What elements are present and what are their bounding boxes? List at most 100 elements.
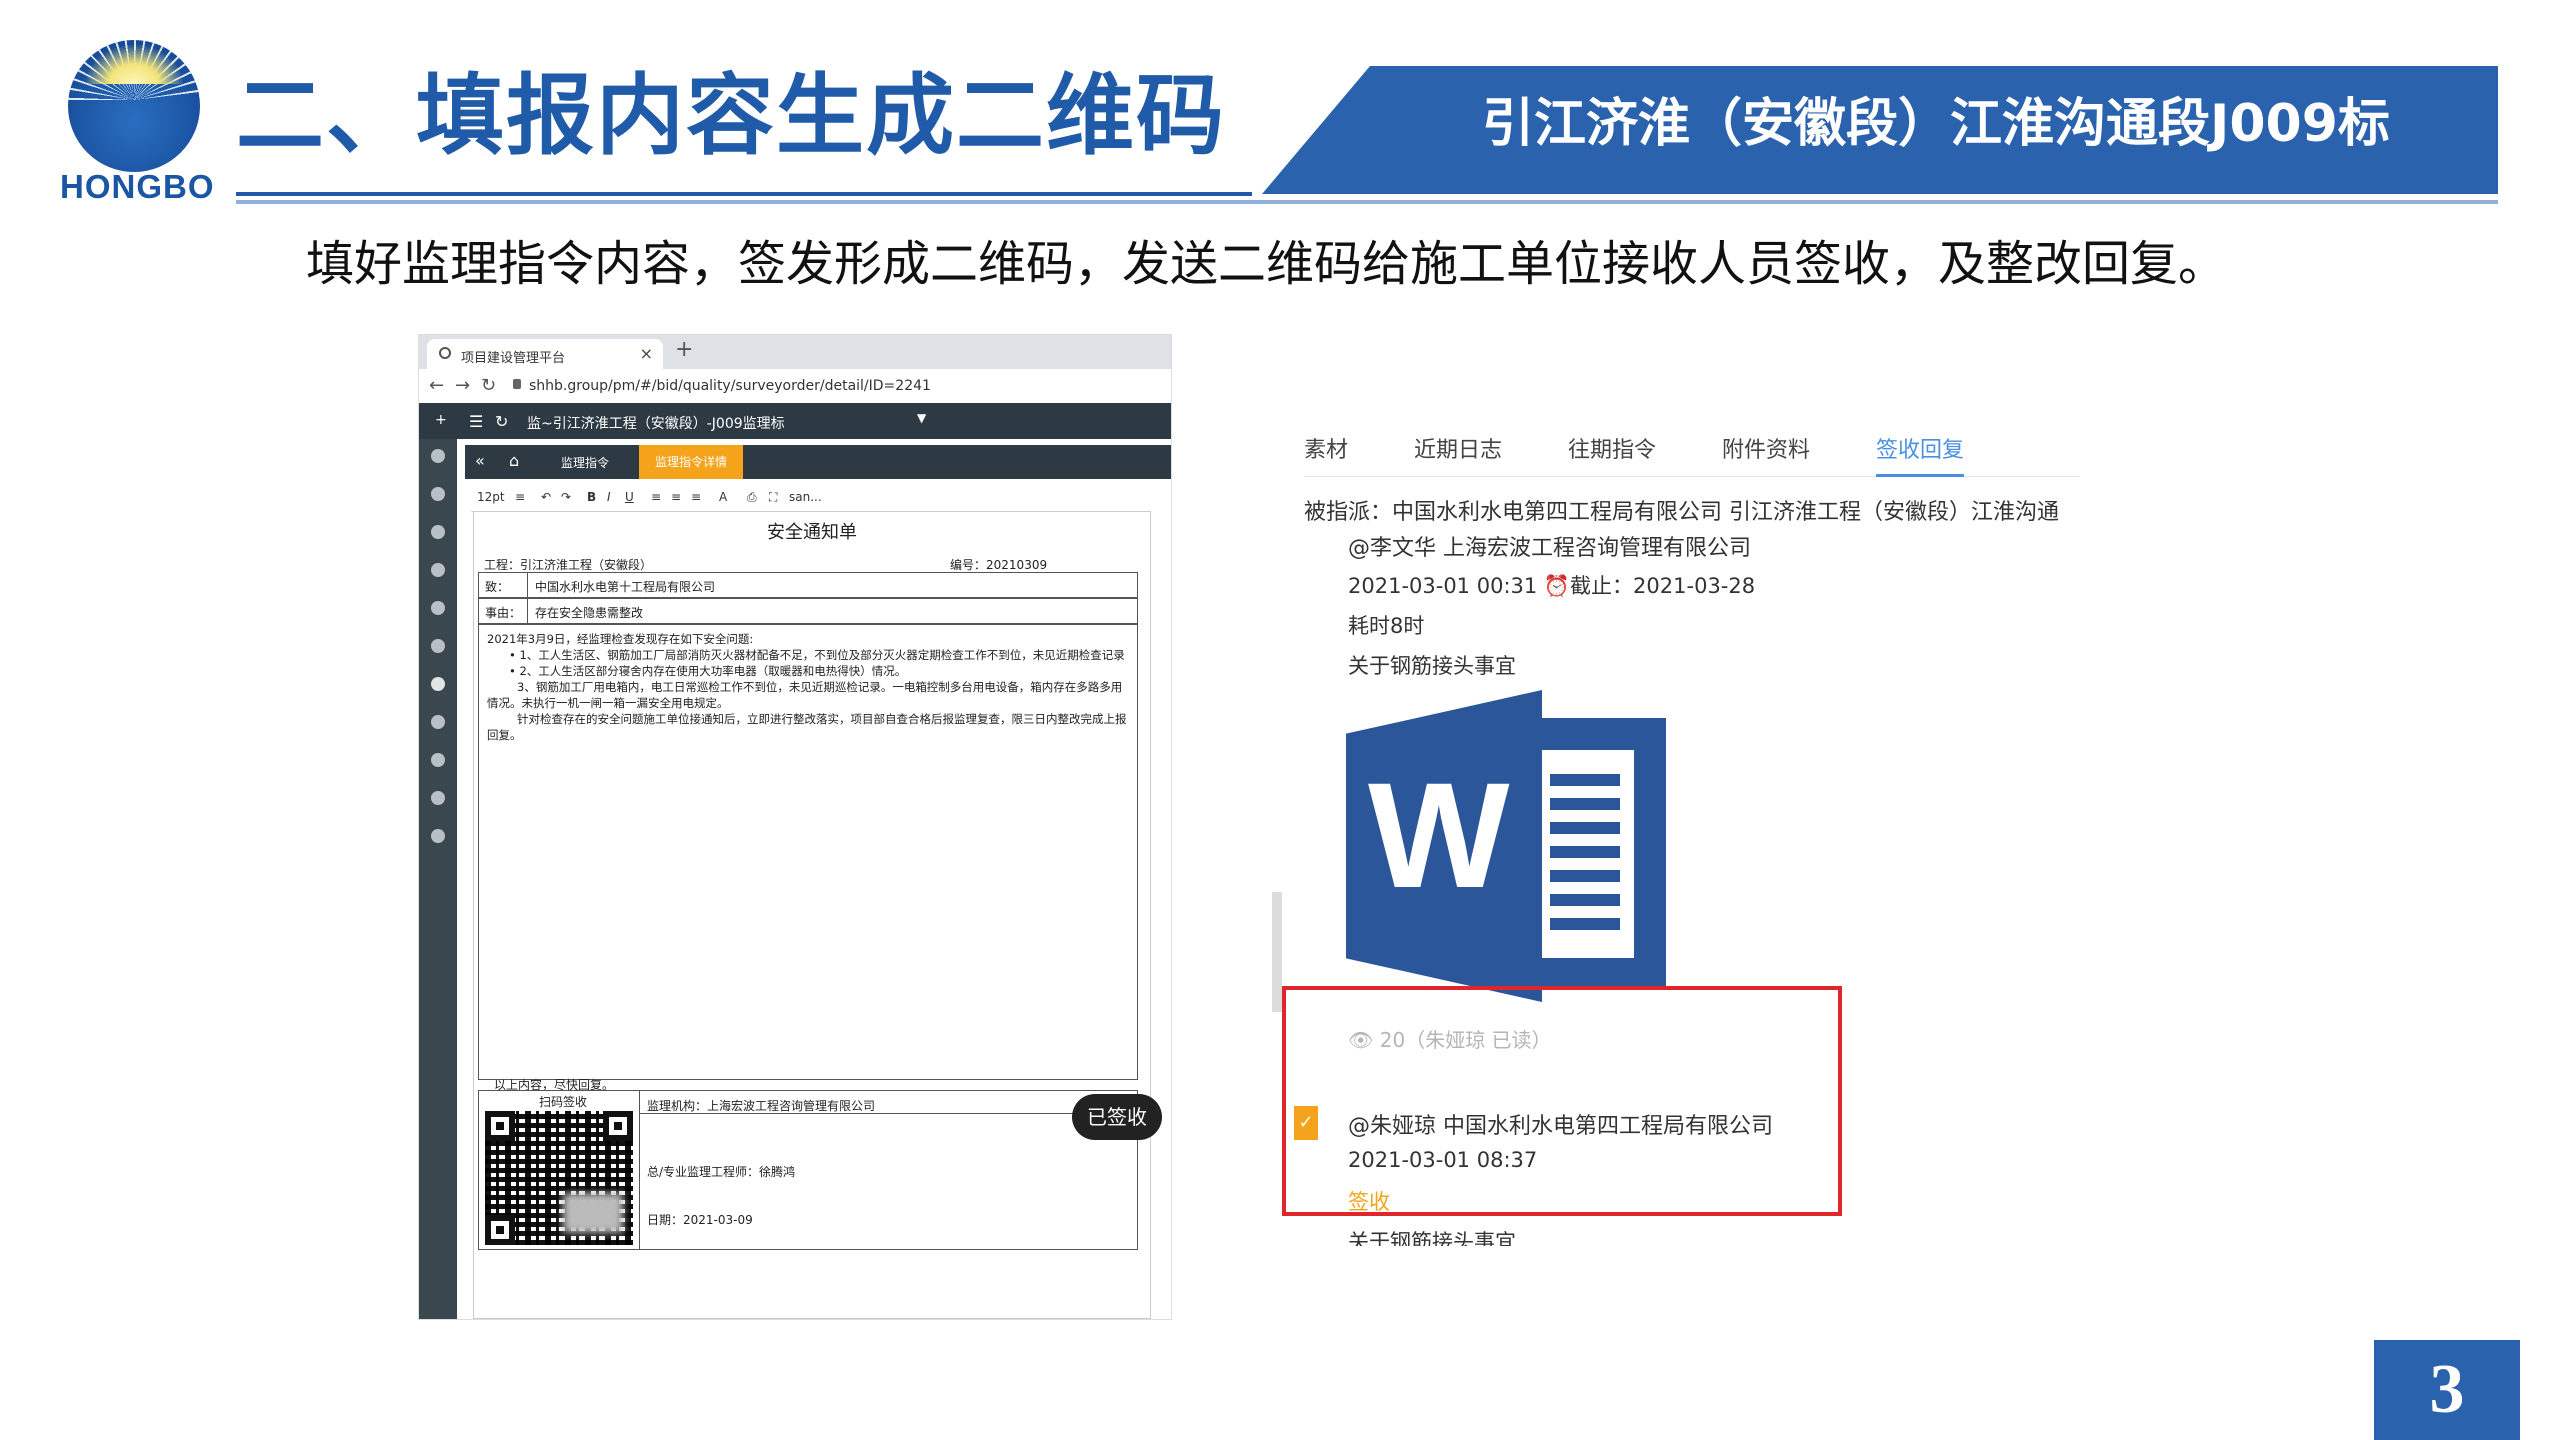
number-value: 20210309 — [986, 558, 1048, 572]
project-value: 引江济淮工程（安徽段） — [520, 558, 653, 572]
assigned-to: 被指派：中国水利水电第四工程局有限公司 引江济淮工程（安徽段）江淮沟通 — [1304, 500, 2059, 525]
italic-button[interactable]: I — [607, 490, 611, 504]
undo-icon[interactable]: ↶ — [541, 490, 551, 504]
subject-2: 关于钢筋接头事宜 — [1348, 1230, 1516, 1246]
recipient-value: 中国水利水电第十工程局有限公司 — [535, 580, 716, 594]
highlight-box — [1282, 986, 1842, 1216]
site-icon — [439, 347, 451, 359]
back-icon[interactable]: ← — [429, 375, 444, 396]
logo-text: HONGBO — [60, 168, 215, 205]
matter-value: 存在安全隐患需整改 — [535, 606, 644, 620]
user-icon[interactable] — [431, 601, 445, 615]
browser-tab-bar: 项目建设管理平台 × + — [419, 335, 1171, 369]
check-icon[interactable] — [431, 677, 445, 691]
cloud-icon[interactable] — [431, 753, 445, 767]
project-label: 工程： — [484, 558, 521, 572]
body-item-4: 针对检查存在的安全问题施工单位接通知后，立即进行整改落实，项目部自查合格后报监理… — [487, 712, 1127, 742]
qr-box: 扫码签收 — [479, 1091, 640, 1249]
signature-block: 扫码签收 监理机构：上海宏波工程咨询管理有限公司 总/专业监理工程师：徐腾鸿 日… — [478, 1090, 1138, 1250]
send-icon[interactable] — [431, 449, 445, 463]
matter-row: 事由： 存在安全隐患需整改 — [478, 598, 1138, 624]
tool-icon[interactable] — [431, 829, 445, 843]
scroll-edge — [1272, 892, 1282, 1012]
slide-subtitle: 填好监理指令内容，签发形成二维码，发送二维码给施工单位接收人员签收，及整改回复。 — [306, 236, 2227, 292]
close-tab-icon[interactable]: × — [640, 344, 653, 363]
timestamp-1: 2021-03-01 00:31 ⏰截止：2021-03-28 — [1348, 574, 1756, 598]
supervisor-org: 监理机构：上海宏波工程咨询管理有限公司 — [647, 1099, 876, 1113]
mobile-tabs: 素材 近期日志 往期指令 附件资料 签收回复 — [1304, 420, 2080, 477]
mention-2[interactable]: @朱娅琼 中国水利水电第四工程局有限公司 — [1348, 1108, 1773, 1140]
fullscreen-icon[interactable]: ⛶ — [769, 490, 777, 505]
body-intro: 2021年3月9日，经监理检查发现存在如下安全问题: — [487, 632, 754, 646]
recipient-row: 致： 中国水利水电第十工程局有限公司 — [478, 572, 1138, 598]
bold-button[interactable]: B — [587, 490, 596, 504]
tab-directive-list[interactable]: 监理指令 — [561, 454, 609, 471]
tab-directive-detail[interactable]: 监理指令详情 — [639, 445, 743, 479]
matter-label: 事由： — [485, 606, 522, 620]
home-icon[interactable]: ⌂ — [509, 451, 519, 470]
browser-tab[interactable]: 项目建设管理平台 × — [427, 339, 663, 369]
address-bar: ← → ↻ shhb.group/pm/#/bid/quality/survey… — [419, 369, 1171, 404]
compass-icon[interactable] — [431, 525, 445, 539]
collapse-icon[interactable]: « — [475, 451, 485, 470]
tab-sign-reply[interactable]: 签收回复 — [1876, 432, 1965, 477]
title-underline-light — [236, 200, 2498, 204]
time-spent: 耗时8时 — [1348, 614, 1425, 638]
underline-button[interactable]: U — [625, 490, 634, 504]
slide-title: 二、填报内容生成二维码 — [236, 64, 1227, 167]
word-document-icon[interactable]: W — [1346, 690, 1666, 1002]
subject-1: 关于钢筋接头事宜 — [1348, 654, 1516, 678]
qr-code[interactable] — [485, 1111, 633, 1245]
checkbox-icon[interactable]: ✓ — [1294, 1106, 1318, 1140]
refresh-icon[interactable]: ↻ — [495, 412, 508, 431]
hongbo-logo — [68, 40, 200, 172]
align-center-icon[interactable]: ≡ — [671, 490, 681, 504]
lock-icon — [513, 379, 521, 389]
body-item-3: 3、钢筋加工厂用电箱内，电工日常巡检工作不到位，未见近期巡检记录。一电箱控制多台… — [487, 680, 1123, 710]
number-field: 编号：20210309 — [950, 556, 1047, 573]
read-count: 👁 20（朱娅琼 已读） — [1348, 1028, 1552, 1052]
list-icon[interactable]: ≡ — [515, 490, 525, 504]
document-body[interactable]: 2021年3月9日，经监理检查发现存在如下安全问题: • 1、工人生活区、钢筋加… — [478, 624, 1138, 1080]
chat-icon[interactable] — [431, 487, 445, 501]
font-family-select[interactable]: san... — [789, 490, 822, 504]
align-left-icon[interactable]: ≡ — [651, 490, 661, 504]
notice-document: 安全通知单 工程：引江济淮工程（安徽段） 编号：20210309 致： 中国水利… — [473, 511, 1151, 1319]
title-underline — [236, 192, 1252, 196]
new-tab-icon[interactable]: + — [675, 337, 693, 362]
align-right-icon[interactable]: ≡ — [691, 490, 701, 504]
target-icon[interactable] — [431, 715, 445, 729]
car-icon[interactable] — [431, 791, 445, 805]
supervising-engineer: 总/专业监理工程师：徐腾鸿 — [647, 1165, 796, 1179]
tab-past-directives[interactable]: 往期指令 — [1568, 432, 1656, 464]
circle-icon[interactable] — [431, 639, 445, 653]
signed-badge: 已签收 — [1072, 1094, 1162, 1140]
app-header: + ☰ ↻ 监~引江济淮工程（安徽段）-J009监理标 ▼ — [419, 403, 1171, 439]
reload-icon[interactable]: ↻ — [481, 375, 496, 396]
page-tabs: « ⌂ 监理指令 监理指令详情 — [465, 445, 1171, 479]
plus-icon[interactable]: + — [435, 412, 447, 428]
redo-icon[interactable]: ↷ — [561, 490, 571, 504]
mention-1[interactable]: @李文华 上海宏波工程咨询管理有限公司 — [1348, 530, 1751, 562]
dropdown-icon[interactable]: ▼ — [917, 411, 926, 425]
editor-toolbar: 12pt ≡ ↶ ↷ B I U ≡ ≡ ≡ A ⎙ ⛶ san... — [471, 485, 1151, 512]
recipient-label: 致： — [485, 580, 510, 594]
mobile-app-screenshot: 素材 近期日志 往期指令 附件资料 签收回复 被指派：中国水利水电第四工程局有限… — [1272, 392, 2080, 1252]
tab-attachments[interactable]: 附件资料 — [1722, 432, 1810, 464]
sign-button[interactable]: 签收 — [1348, 1186, 1390, 1216]
timestamp-2: 2021-03-01 08:37 — [1348, 1148, 1538, 1172]
font-size-select[interactable]: 12pt — [477, 490, 505, 504]
tab-recent-logs[interactable]: 近期日志 — [1414, 432, 1502, 464]
qr-label: 扫码签收 — [539, 1095, 588, 1109]
tab-materials[interactable]: 素材 — [1304, 432, 1348, 464]
info-icon[interactable] — [431, 563, 445, 577]
print-icon[interactable]: ⎙ — [747, 490, 757, 505]
app-sidebar — [419, 439, 457, 1319]
project-banner-text: 引江济淮（安徽段）江淮沟通段J009标 — [1482, 94, 2390, 154]
forward-icon[interactable]: → — [455, 375, 470, 396]
body-item-2: • 2、工人生活区部分寝舍内存在使用大功率电器（取暖器和电热得快）情况。 — [509, 664, 907, 678]
app-title: 监~引江济淮工程（安徽段）-J009监理标 — [527, 416, 785, 432]
font-color-icon[interactable]: A — [719, 490, 727, 504]
url-input[interactable]: shhb.group/pm/#/bid/quality/surveyorder/… — [529, 378, 931, 394]
menu-icon[interactable]: ☰ — [469, 412, 483, 431]
